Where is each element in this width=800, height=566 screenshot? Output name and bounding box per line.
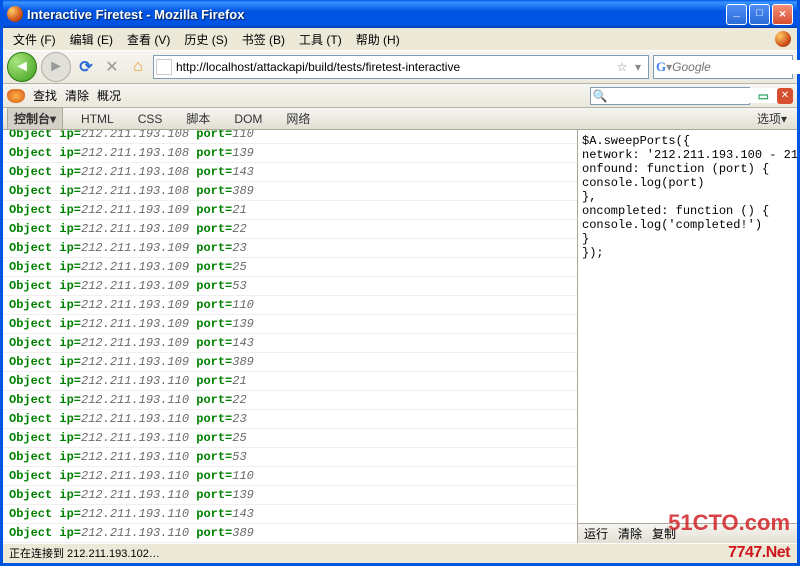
console-line[interactable]: Object ip=212.211.193.110 port=110 bbox=[3, 467, 577, 486]
window-title: Interactive Firetest - Mozilla Firefox bbox=[27, 7, 726, 22]
watermark-51cto: 51CTO.com bbox=[668, 510, 790, 536]
menu-bookmarks[interactable]: 书签 (B) bbox=[236, 29, 291, 50]
console-line[interactable]: Object ip=212.211.193.109 port=53 bbox=[3, 277, 577, 296]
tab-console[interactable]: 控制台▾ bbox=[7, 107, 63, 130]
console-line[interactable]: Object ip=212.211.193.109 port=139 bbox=[3, 315, 577, 334]
console-line[interactable]: Object ip=212.211.193.109 port=143 bbox=[3, 334, 577, 353]
firebug-overview[interactable]: 概况 bbox=[97, 87, 121, 104]
console-line[interactable]: Object ip=212.211.193.109 port=22 bbox=[3, 220, 577, 239]
console-output[interactable]: Object ip=212.211.193.108 port=53Object … bbox=[3, 130, 577, 543]
console-line[interactable]: Object ip=212.211.193.110 port=143 bbox=[3, 505, 577, 524]
window-titlebar: Interactive Firetest - Mozilla Firefox _… bbox=[3, 0, 797, 28]
run-button[interactable]: 运行 bbox=[584, 525, 608, 542]
console-line[interactable]: Object ip=212.211.193.110 port=389 bbox=[3, 524, 577, 543]
stop-button[interactable]: ✕ bbox=[101, 56, 123, 78]
firebug-minimize-icon[interactable]: ▭ bbox=[758, 89, 769, 103]
firebug-search[interactable]: 🔍 bbox=[590, 87, 750, 105]
tab-dom[interactable]: DOM bbox=[228, 110, 268, 128]
firebug-toolbar: 查找 清除 概况 🔍 ▭ ✕ bbox=[3, 84, 797, 108]
firebug-clear[interactable]: 清除 bbox=[65, 87, 89, 104]
console-line[interactable]: Object ip=212.211.193.109 port=110 bbox=[3, 296, 577, 315]
command-editor-pane: $A.sweepPorts({ network: '212.211.193.10… bbox=[577, 130, 797, 543]
reload-button[interactable]: ⟳ bbox=[75, 56, 97, 78]
url-dropdown-icon[interactable]: ▾ bbox=[630, 60, 646, 74]
tab-html[interactable]: HTML bbox=[75, 110, 120, 128]
search-input[interactable] bbox=[672, 60, 800, 74]
console-line[interactable]: Object ip=212.211.193.110 port=139 bbox=[3, 486, 577, 505]
search-icon: 🔍 bbox=[593, 89, 608, 103]
watermark-7747: 7747.Net bbox=[728, 544, 790, 562]
search-box[interactable]: G ▾ 🔍 bbox=[653, 55, 793, 79]
console-line[interactable]: Object ip=212.211.193.108 port=139 bbox=[3, 144, 577, 163]
menu-help[interactable]: 帮助 (H) bbox=[350, 29, 406, 50]
console-line[interactable]: Object ip=212.211.193.109 port=21 bbox=[3, 201, 577, 220]
menu-tools[interactable]: 工具 (T) bbox=[293, 29, 348, 50]
tab-script[interactable]: 脚本 bbox=[180, 108, 216, 129]
back-button[interactable]: ◄ bbox=[7, 52, 37, 82]
command-editor[interactable]: $A.sweepPorts({ network: '212.211.193.10… bbox=[578, 130, 797, 523]
menu-file[interactable]: 文件 (F) bbox=[7, 29, 62, 50]
navigation-toolbar: ◄ ► ⟳ ✕ ⌂ ☆ ▾ G ▾ 🔍 bbox=[3, 50, 797, 84]
console-line[interactable]: Object ip=212.211.193.110 port=22 bbox=[3, 391, 577, 410]
console-line[interactable]: Object ip=212.211.193.108 port=389 bbox=[3, 182, 577, 201]
firebug-tabs: 控制台▾ HTML CSS 脚本 DOM 网络 选项▾ bbox=[3, 108, 797, 130]
console-line[interactable]: Object ip=212.211.193.110 port=53 bbox=[3, 448, 577, 467]
home-button[interactable]: ⌂ bbox=[127, 56, 149, 78]
google-icon[interactable]: G bbox=[656, 59, 666, 75]
menu-view[interactable]: 查看 (V) bbox=[121, 29, 176, 50]
console-line[interactable]: Object ip=212.211.193.108 port=143 bbox=[3, 163, 577, 182]
tab-net[interactable]: 网络 bbox=[280, 108, 316, 129]
menu-edit[interactable]: 编辑 (E) bbox=[64, 29, 119, 50]
minimize-button[interactable]: _ bbox=[726, 4, 747, 25]
url-input[interactable] bbox=[176, 60, 614, 74]
maximize-button[interactable]: □ bbox=[749, 4, 770, 25]
console-line[interactable]: Object ip=212.211.193.110 port=21 bbox=[3, 372, 577, 391]
status-text: 正在连接到 212.211.193.102… bbox=[9, 545, 160, 561]
firefox-icon bbox=[7, 6, 23, 22]
tab-options[interactable]: 选项▾ bbox=[751, 108, 793, 129]
menubar: 文件 (F) 编辑 (E) 查看 (V) 历史 (S) 书签 (B) 工具 (T… bbox=[3, 28, 797, 50]
console-line[interactable]: Object ip=212.211.193.109 port=389 bbox=[3, 353, 577, 372]
clear-button[interactable]: 清除 bbox=[618, 525, 642, 542]
console-line[interactable]: Object ip=212.211.193.109 port=25 bbox=[3, 258, 577, 277]
forward-button[interactable]: ► bbox=[41, 52, 71, 82]
close-button[interactable]: ✕ bbox=[772, 4, 793, 25]
console-line[interactable]: Object ip=212.211.193.108 port=110 bbox=[3, 130, 577, 144]
console-line[interactable]: Object ip=212.211.193.110 port=25 bbox=[3, 429, 577, 448]
console-line[interactable]: Object ip=212.211.193.109 port=23 bbox=[3, 239, 577, 258]
page-icon bbox=[156, 59, 172, 75]
firebug-icon[interactable] bbox=[7, 89, 25, 103]
tab-css[interactable]: CSS bbox=[132, 110, 169, 128]
bookmark-star-icon[interactable]: ☆ bbox=[614, 60, 630, 74]
firebug-find[interactable]: 查找 bbox=[33, 87, 57, 104]
firebug-close-icon[interactable]: ✕ bbox=[777, 88, 793, 104]
menu-history[interactable]: 历史 (S) bbox=[178, 29, 233, 50]
url-bar[interactable]: ☆ ▾ bbox=[153, 55, 649, 79]
console-line[interactable]: Object ip=212.211.193.110 port=23 bbox=[3, 410, 577, 429]
firefox-throbber-icon bbox=[775, 31, 791, 47]
status-bar: 正在连接到 212.211.193.102… bbox=[3, 543, 797, 562]
